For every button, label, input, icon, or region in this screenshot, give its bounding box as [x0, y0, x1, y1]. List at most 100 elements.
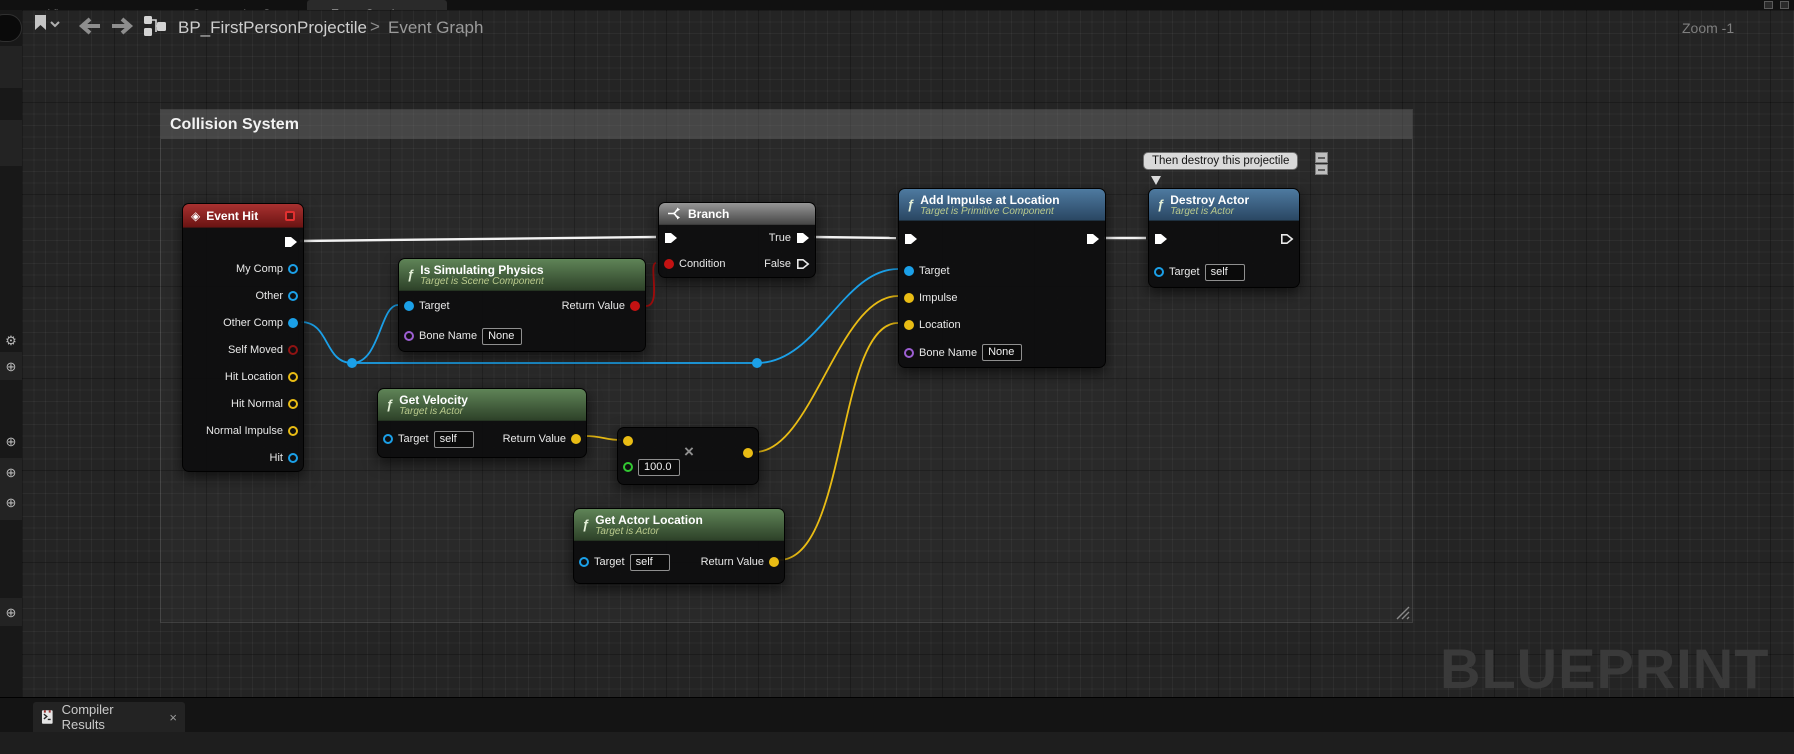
node-multiply[interactable]: 100.0 ×: [617, 427, 759, 485]
node-subtitle: Target is Primitive Component: [920, 205, 1054, 217]
pin-condition[interactable]: [664, 259, 674, 269]
pin-self-moved[interactable]: [288, 344, 298, 355]
event-icon: ◈: [191, 208, 201, 223]
resize-grip-icon[interactable]: [1396, 606, 1410, 620]
compiler-results-content: [0, 732, 1794, 754]
node-header: ƒ Destroy Actor Target is Actor: [1149, 189, 1299, 221]
bubble-pin-icon[interactable]: [1315, 152, 1328, 176]
pin-other[interactable]: [288, 290, 298, 301]
tab-construction-script[interactable]: Construction Scr...: [168, 0, 298, 10]
node-title: Is Simulating Physics: [420, 262, 544, 277]
add-icon[interactable]: ⊕: [0, 435, 22, 448]
target-input[interactable]: self: [1204, 263, 1245, 281]
bone-name-input[interactable]: None: [982, 344, 1023, 361]
bubble-text[interactable]: Then destroy this projectile: [1143, 152, 1299, 170]
pin-result-out[interactable]: [743, 448, 753, 458]
add-icon[interactable]: ⊕: [0, 606, 22, 619]
pin-impulse[interactable]: [904, 292, 914, 303]
target-input[interactable]: self: [433, 430, 474, 448]
pin-normal-impulse[interactable]: [288, 425, 298, 436]
node-get-actor-location[interactable]: ƒ Get Actor Location Target is Actor Tar…: [573, 508, 785, 584]
forward-arrow-icon[interactable]: [110, 16, 136, 36]
exec-in-pin[interactable]: [904, 233, 918, 245]
dock-block: [0, 120, 22, 166]
gear-icon[interactable]: ⚙: [0, 334, 22, 347]
node-title: Get Actor Location: [595, 512, 703, 527]
target-input[interactable]: self: [629, 553, 670, 571]
close-icon[interactable]: ×: [169, 710, 177, 725]
pin-label: Hit: [269, 451, 283, 464]
pin-hit-location[interactable]: [288, 371, 298, 382]
comment-box-collision-system[interactable]: Collision System: [160, 109, 1413, 623]
breadcrumb-asset-name[interactable]: BP_FirstPersonProjectile: [178, 18, 367, 38]
add-icon[interactable]: ⊕: [0, 496, 22, 509]
node-header: ◈ Event Hit: [183, 204, 303, 228]
pin-label: Return Value: [502, 433, 566, 445]
node-is-simulating-physics[interactable]: ƒ Is Simulating Physics Target is Scene …: [398, 258, 646, 352]
pin-other-comp[interactable]: [288, 317, 298, 328]
bone-name-input[interactable]: None: [482, 327, 523, 345]
pin-target[interactable]: [904, 265, 914, 276]
tab-viewport[interactable]: Viewport: [24, 0, 102, 10]
function-icon: ƒ: [1157, 197, 1165, 212]
exec-out-pin[interactable]: [1280, 233, 1294, 245]
close-icon[interactable]: ×: [414, 7, 421, 10]
pin-target[interactable]: [404, 301, 414, 311]
pin-bone-name[interactable]: [904, 347, 914, 358]
node-add-impulse-at-location[interactable]: ƒ Add Impulse at Location Target is Prim…: [898, 188, 1106, 368]
pin-label: Self Moved: [227, 343, 283, 356]
exec-true-pin[interactable]: [796, 232, 810, 244]
collapsed-panel-handle[interactable]: [0, 14, 22, 42]
pin-label: False: [764, 258, 791, 270]
node-header: ƒ Is Simulating Physics Target is Scene …: [399, 259, 645, 291]
window-corner-icon[interactable]: [1780, 1, 1789, 9]
window-corner-icon[interactable]: [1764, 1, 1773, 9]
exec-in-pin[interactable]: [1154, 233, 1168, 245]
add-icon[interactable]: ⊕: [0, 466, 22, 479]
bubble-tail: [1151, 176, 1161, 185]
exec-in-pin[interactable]: [664, 232, 678, 244]
node-header: ƒ Add Impulse at Location Target is Prim…: [899, 189, 1105, 221]
node-subtitle: Target is Actor: [595, 525, 659, 537]
node-branch[interactable]: Branch True Condition False: [658, 202, 816, 278]
pin-return-value[interactable]: [571, 434, 581, 444]
pin-label: Target: [419, 300, 450, 312]
pin-return-value[interactable]: [630, 301, 640, 311]
node-comment-bubble[interactable]: Then destroy this projectile: [1143, 152, 1328, 185]
node-event-hit[interactable]: ◈ Event Hit My Comp Other Other Comp Sel…: [182, 203, 304, 472]
branch-icon: [668, 207, 680, 220]
function-icon: ƒ: [407, 267, 415, 282]
exec-out-pin[interactable]: [1086, 233, 1100, 245]
comment-title[interactable]: Collision System: [161, 110, 1412, 139]
node-destroy-actor[interactable]: ƒ Destroy Actor Target is Actor Target s…: [1148, 188, 1300, 288]
pin-bone-name[interactable]: [404, 331, 414, 341]
tab-event-graph[interactable]: Event Graph ×: [307, 0, 447, 10]
breadcrumb-current[interactable]: Event Graph: [388, 18, 483, 38]
exec-out-pin[interactable]: [284, 236, 298, 248]
pin-location[interactable]: [904, 319, 914, 330]
tab-compiler-results[interactable]: Compiler Results ×: [33, 702, 185, 732]
pin-label: Return Value: [700, 556, 764, 568]
pin-target[interactable]: [383, 434, 393, 444]
back-arrow-icon[interactable]: [76, 16, 102, 36]
pin-target[interactable]: [579, 557, 589, 567]
node-header: ƒ Get Velocity Target is Actor: [378, 389, 586, 421]
pin-hit[interactable]: [288, 452, 298, 463]
pin-my-comp[interactable]: [288, 263, 298, 274]
node-subtitle: Target is Actor: [399, 405, 463, 417]
pin-vector-in[interactable]: [623, 436, 633, 446]
pin-return-value[interactable]: [769, 557, 779, 567]
node-title: Event Hit: [206, 208, 259, 223]
pin-float-in[interactable]: [623, 462, 633, 472]
float-input[interactable]: 100.0: [638, 458, 680, 476]
pin-hit-normal[interactable]: [288, 398, 298, 409]
exec-false-pin[interactable]: [796, 258, 810, 270]
bookmark-icon[interactable]: [33, 14, 49, 32]
chevron-down-icon[interactable]: [50, 21, 60, 29]
node-header: ƒ Get Actor Location Target is Actor: [574, 509, 784, 541]
pin-target[interactable]: [1154, 267, 1164, 277]
pin-label: Target: [1169, 266, 1200, 278]
node-get-velocity[interactable]: ƒ Get Velocity Target is Actor Target se…: [377, 388, 587, 458]
document-tab-bar: Viewport Construction Scr... Event Graph…: [0, 0, 1794, 10]
add-icon[interactable]: ⊕: [0, 360, 22, 373]
